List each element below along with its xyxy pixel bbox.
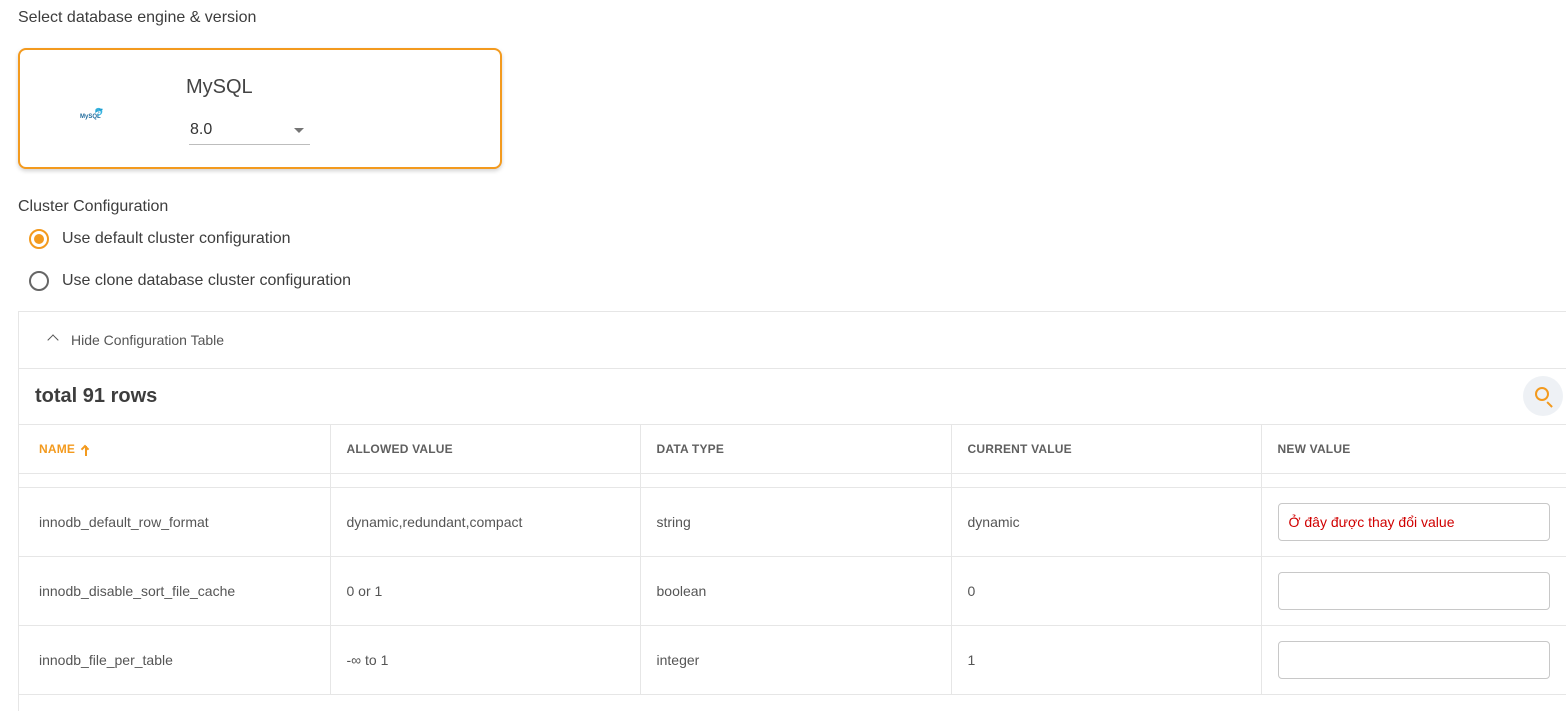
- radio-default-config[interactable]: Use default cluster configuration: [29, 229, 291, 249]
- cell-allowed: 0 or 1: [330, 556, 641, 626]
- engine-section-label: Select database engine & version: [18, 9, 257, 26]
- column-header-name-label: NAME: [39, 442, 76, 456]
- configuration-panel: Hide Configuration Table total 91 rows N…: [18, 311, 1566, 711]
- table-row: innodb_default_row_format dynamic,redund…: [19, 487, 1566, 557]
- new-value-input[interactable]: [1277, 641, 1550, 679]
- sort-ascending-icon: [81, 444, 91, 456]
- cell-type: integer: [640, 625, 952, 695]
- cell-new-value: [1261, 625, 1566, 695]
- cell-current: 0: [951, 556, 1262, 626]
- dropdown-caret-icon: [294, 128, 304, 133]
- column-header-current[interactable]: CURRENT VALUE: [951, 424, 1262, 474]
- chevron-up-icon: [47, 334, 59, 346]
- column-header-type[interactable]: DATA TYPE: [640, 424, 952, 474]
- mysql-logo: MySQL 🐬: [80, 108, 104, 120]
- cell-allowed: -∞ to 1: [330, 625, 641, 695]
- column-header-allowed[interactable]: ALLOWED VALUE: [330, 424, 641, 474]
- cell-type: boolean: [640, 556, 952, 626]
- cell-allowed: dynamic,redundant,compact: [330, 487, 641, 557]
- table-header-row: NAME ALLOWED VALUE DATA TYPE CURRENT VAL…: [19, 424, 1566, 474]
- new-value-input[interactable]: [1277, 572, 1550, 610]
- toggle-label: Hide Configuration Table: [71, 332, 225, 348]
- cell-new-value: [1261, 556, 1566, 626]
- cell-name: innodb_file_per_table: [19, 625, 331, 695]
- cell-name: innodb_default_row_format: [19, 487, 331, 557]
- cell-type: string: [640, 487, 952, 557]
- radio-unchecked-icon[interactable]: [29, 271, 49, 291]
- search-button[interactable]: [1523, 376, 1563, 416]
- table-row: innodb_file_per_table -∞ to 1 integer 1: [19, 625, 1566, 695]
- version-select[interactable]: 8.0: [189, 116, 310, 145]
- radio-checked-icon[interactable]: [29, 229, 49, 249]
- radio-clone-config[interactable]: Use clone database cluster configuration: [29, 271, 351, 291]
- radio-default-label: Use default cluster configuration: [62, 230, 291, 247]
- total-rows-label: total 91 rows: [35, 385, 158, 407]
- engine-name: MySQL: [186, 76, 253, 98]
- table-row: innodb_disable_sort_file_cache 0 or 1 bo…: [19, 556, 1566, 626]
- dolphin-icon: 🐬: [94, 108, 104, 117]
- cluster-section-label: Cluster Configuration: [18, 198, 169, 215]
- cell-new-value: [1261, 487, 1566, 557]
- radio-clone-label: Use clone database cluster configuration: [62, 272, 352, 289]
- column-header-new[interactable]: NEW VALUE: [1261, 424, 1566, 474]
- hide-config-table-toggle[interactable]: Hide Configuration Table: [19, 312, 1566, 369]
- search-icon-handle: [1546, 401, 1553, 408]
- new-value-input[interactable]: [1277, 503, 1550, 541]
- cell-current: 1: [951, 625, 1262, 695]
- version-value: 8.0: [190, 121, 213, 138]
- column-header-name[interactable]: NAME: [19, 424, 331, 474]
- table-spacer-row: [19, 473, 1566, 488]
- cell-name: innodb_disable_sort_file_cache: [19, 556, 331, 626]
- config-table: NAME ALLOWED VALUE DATA TYPE CURRENT VAL…: [19, 424, 1566, 695]
- cell-current: dynamic: [951, 487, 1262, 557]
- engine-card-mysql[interactable]: MySQL 🐬 MySQL 8.0: [18, 48, 502, 169]
- search-icon: [1535, 387, 1549, 401]
